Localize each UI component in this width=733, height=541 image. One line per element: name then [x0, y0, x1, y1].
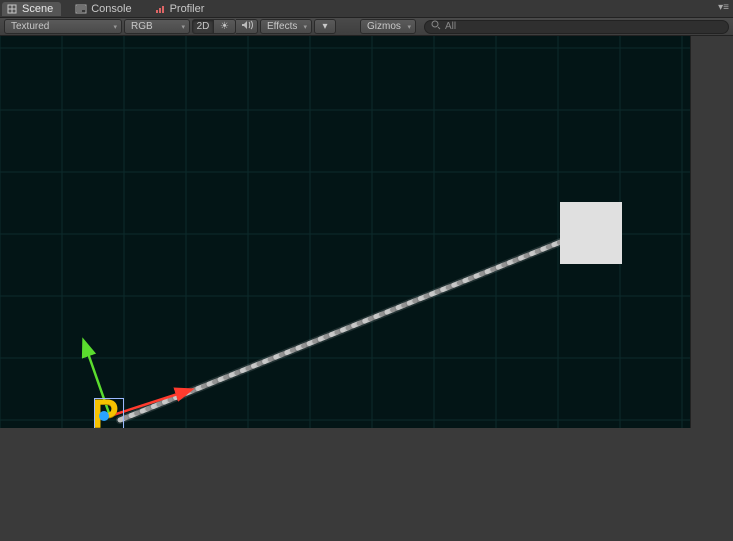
mode-2d-label: 2D: [197, 21, 210, 32]
scene-lighting-toggle[interactable]: ☀: [214, 19, 236, 34]
white-square-object[interactable]: [560, 202, 622, 264]
chevron-down-icon: ▾: [297, 23, 307, 31]
effects-dropdown[interactable]: Effects ▾: [260, 19, 312, 34]
render-mode-value: RGB: [131, 21, 153, 32]
chevron-down-icon: ▾: [107, 23, 117, 31]
mode-2d-toggle[interactable]: 2D: [192, 19, 214, 34]
pivot-handle[interactable]: [99, 411, 109, 421]
shading-mode-value: Textured: [11, 21, 49, 32]
tab-console-label: Console: [91, 3, 131, 15]
profiler-icon: [154, 3, 166, 15]
scene-viewport[interactable]: P: [0, 36, 733, 541]
scene-audio-toggle[interactable]: [236, 19, 258, 34]
render-mode-dropdown[interactable]: RGB ▾: [124, 19, 190, 34]
shading-mode-dropdown[interactable]: Textured ▾: [4, 19, 122, 34]
search-icon: [431, 20, 441, 33]
audio-icon: [241, 20, 253, 33]
chevron-down-icon: ▾: [175, 23, 185, 31]
tab-profiler[interactable]: Profiler: [150, 2, 213, 16]
gizmos-label: Gizmos: [367, 21, 401, 32]
console-icon: [75, 3, 87, 15]
window-tabbar: Scene Console Profiler ▾≡: [0, 0, 733, 18]
scene-canvas[interactable]: P: [0, 36, 690, 428]
scene-icon: [6, 3, 18, 15]
gizmos-dropdown[interactable]: Gizmos ▾: [360, 19, 416, 34]
chevron-down-icon: ▾: [401, 23, 411, 31]
tab-console[interactable]: Console: [71, 2, 139, 16]
tab-scene-label: Scene: [22, 3, 53, 15]
tab-scene[interactable]: Scene: [2, 2, 61, 16]
viewport-right-gutter: [690, 36, 733, 428]
effects-extra-dropdown[interactable]: ▾: [314, 19, 336, 34]
scene-toolbar: Textured ▾ RGB ▾ 2D ☀ Effects ▾ ▾ Gizmos…: [0, 18, 733, 36]
search-placeholder: All: [445, 21, 456, 32]
hierarchy-search-input[interactable]: All: [424, 20, 729, 34]
sun-icon: ☀: [220, 21, 229, 32]
effects-label: Effects: [267, 21, 297, 32]
tabbar-menu-icon[interactable]: ▾≡: [718, 2, 729, 13]
viewport-bottom-gutter: [0, 428, 733, 541]
tab-profiler-label: Profiler: [170, 3, 205, 15]
chevron-down-icon: ▾: [322, 21, 327, 32]
